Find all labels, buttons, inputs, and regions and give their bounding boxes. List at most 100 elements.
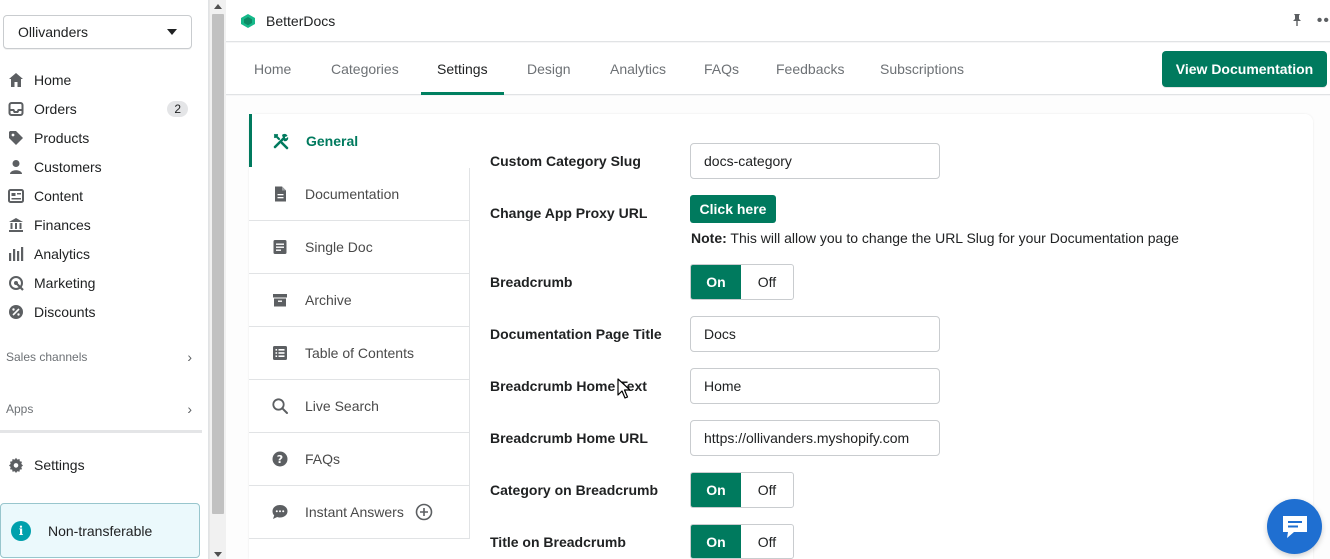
document-icon — [275, 186, 286, 202]
settings-menu-instant-answers[interactable]: Instant Answers — [249, 486, 470, 539]
tab-analytics[interactable]: Analytics — [610, 43, 666, 95]
bank-icon — [9, 218, 23, 232]
title-on-breadcrumb-toggle: On Off — [690, 524, 794, 559]
archive-icon — [273, 294, 287, 307]
tab-home[interactable]: Home — [254, 43, 291, 95]
settings-menu-table-of-contents[interactable]: Table of Contents — [249, 327, 470, 380]
category-on-breadcrumb-toggle: On Off — [690, 472, 794, 508]
breadcrumb-on-button[interactable]: On — [691, 265, 741, 299]
tab-label: Home — [254, 61, 292, 77]
tab-categories[interactable]: Categories — [331, 43, 399, 95]
bar-chart-icon — [9, 247, 24, 261]
breadcrumb-home-url-label: Breadcrumb Home URL — [490, 430, 648, 446]
settings-menu-general[interactable]: General — [249, 114, 470, 167]
person-icon — [10, 160, 22, 174]
category-on-breadcrumb-on-button[interactable]: On — [691, 473, 741, 507]
app-name: BetterDocs — [266, 12, 336, 29]
settings-menu-faqs[interactable]: ? FAQs — [249, 433, 470, 486]
tag-icon — [9, 131, 23, 145]
settings-menu-single-doc[interactable]: Single Doc — [249, 221, 470, 274]
sidebar-item-products[interactable]: Products — [0, 125, 200, 151]
sidebar-scrollbar[interactable] — [209, 0, 226, 559]
scrollbar-thumb[interactable] — [212, 14, 224, 514]
tab-label: Feedbacks — [776, 61, 845, 77]
menu-label: Live Search — [305, 398, 379, 414]
chat-bubble-icon — [1282, 515, 1307, 538]
category-on-breadcrumb-off-button[interactable]: Off — [741, 473, 793, 507]
sidebar-item-orders[interactable]: Orders 2 — [0, 96, 200, 122]
sidebar-item-label: Home — [34, 72, 72, 88]
settings-menu-live-search[interactable]: Live Search — [249, 380, 470, 433]
sidebar-item-label: Customers — [34, 159, 102, 175]
sales-channels-header[interactable]: Sales channels › — [6, 349, 192, 365]
tab-feedbacks[interactable]: Feedbacks — [776, 43, 844, 95]
input-value: docs-category — [704, 153, 792, 169]
menu-label: Table of Contents — [305, 345, 414, 361]
apps-header[interactable]: Apps › — [6, 401, 192, 417]
note-prefix: Note: — [691, 230, 727, 246]
settings-menu-archive[interactable]: Archive — [249, 274, 470, 327]
input-value: Docs — [704, 326, 736, 342]
inbox-icon — [8, 102, 24, 116]
tab-label: Categories — [331, 61, 399, 77]
scroll-up-arrow-icon[interactable] — [214, 4, 222, 9]
pin-icon[interactable] — [1290, 13, 1304, 27]
question-icon: ? — [272, 451, 288, 467]
search-icon — [272, 398, 288, 414]
sidebar-item-marketing[interactable]: Marketing — [0, 270, 200, 296]
tab-label: FAQs — [704, 61, 740, 77]
chat-icon — [272, 505, 288, 519]
tab-design[interactable]: Design — [527, 43, 571, 95]
sidebar-item-home[interactable]: Home — [0, 67, 200, 93]
click-here-button[interactable]: Click here — [690, 195, 776, 223]
sidebar-item-analytics[interactable]: Analytics — [0, 241, 200, 267]
more-options-icon[interactable]: •• — [1317, 12, 1330, 30]
notice-label: Non-transferable — [48, 522, 153, 539]
documentation-page-title-label: Documentation Page Title — [490, 326, 662, 342]
custom-category-slug-input[interactable]: docs-category — [690, 143, 940, 179]
tab-faqs[interactable]: FAQs — [704, 43, 739, 95]
apps-label: Apps — [6, 402, 34, 416]
breadcrumb-label: Breadcrumb — [490, 274, 573, 290]
settings-menu-documentation[interactable]: Documentation — [249, 168, 470, 221]
app-tabs: Home Categories Settings Design Analytic… — [226, 43, 1330, 95]
tab-label: Design — [527, 61, 571, 77]
sidebar-item-customers[interactable]: Customers — [0, 154, 200, 180]
menu-label: Documentation — [305, 186, 400, 202]
sidebar-item-label: Marketing — [34, 275, 96, 291]
add-circle-icon[interactable] — [415, 503, 433, 521]
list-icon — [273, 346, 287, 360]
sidebar-item-discounts[interactable]: Discounts — [0, 299, 200, 325]
input-value: https://ollivanders.myshopify.com — [704, 430, 910, 446]
tab-settings[interactable]: Settings — [421, 43, 504, 95]
scroll-down-arrow-icon[interactable] — [214, 552, 222, 557]
non-transferable-notice[interactable]: i Non-transferable — [0, 503, 200, 558]
content-icon — [8, 189, 24, 203]
title-on-breadcrumb-off-button[interactable]: Off — [741, 525, 793, 558]
sidebar-item-label: Finances — [34, 217, 91, 233]
store-selector[interactable]: Ollivanders — [3, 15, 192, 49]
sidebar-item-label: Content — [34, 188, 84, 204]
tab-label: Subscriptions — [880, 61, 965, 77]
note-text: This will allow you to change the URL Sl… — [726, 230, 1179, 246]
title-on-breadcrumb-label: Title on Breadcrumb — [490, 534, 626, 550]
breadcrumb-home-url-input[interactable]: https://ollivanders.myshopify.com — [690, 420, 940, 456]
discount-icon — [9, 305, 23, 319]
sidebar-item-content[interactable]: Content — [0, 183, 200, 209]
breadcrumb-off-button[interactable]: Off — [741, 265, 793, 299]
sidebar-item-settings[interactable]: Settings — [0, 452, 200, 478]
tab-subscriptions[interactable]: Subscriptions — [880, 43, 964, 95]
menu-label: General — [306, 132, 359, 149]
sidebar-item-finances[interactable]: Finances — [0, 212, 200, 238]
sidebar-divider — [0, 430, 202, 433]
chat-widget-button[interactable] — [1267, 499, 1322, 554]
breadcrumb-toggle: On Off — [690, 264, 794, 300]
title-on-breadcrumb-on-button[interactable]: On — [691, 525, 741, 558]
svg-text:?: ? — [277, 453, 283, 466]
breadcrumb-home-text-input[interactable]: Home — [690, 368, 940, 404]
documentation-page-title-input[interactable]: Docs — [690, 316, 940, 352]
tools-icon — [273, 133, 289, 149]
view-documentation-button[interactable]: View Documentation — [1162, 51, 1327, 87]
app-header: BetterDocs •• — [226, 0, 1330, 42]
mouse-cursor-icon — [617, 378, 631, 399]
